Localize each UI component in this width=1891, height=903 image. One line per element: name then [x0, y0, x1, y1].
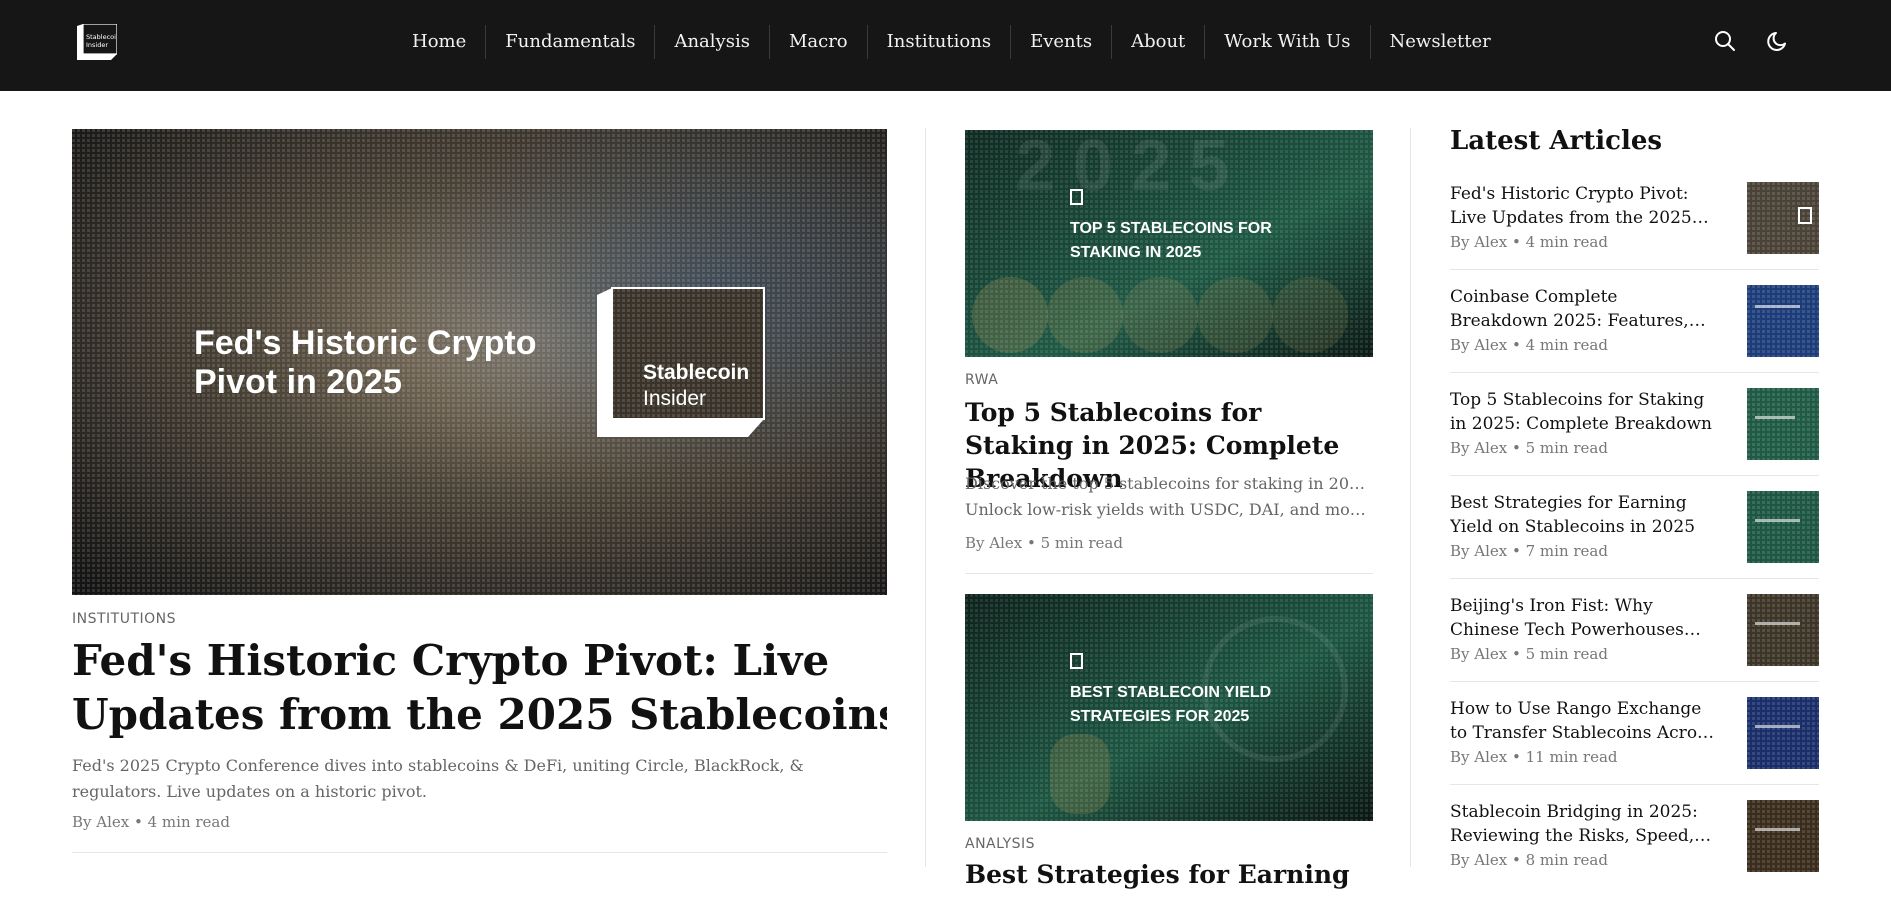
svg-text:BEST STABLECOIN YIELD: BEST STABLECOIN YIELD: [1070, 684, 1271, 701]
sidebar-article[interactable]: Fed's Historic Crypto Pivot: Live Updates…: [1450, 182, 1819, 285]
divider: [1450, 475, 1819, 476]
sidebar-article-thumbnail[interactable]: [1747, 800, 1819, 872]
article-category[interactable]: ANALYSIS: [965, 836, 1035, 852]
sidebar-article-thumbnail[interactable]: [1747, 491, 1819, 563]
sidebar-article[interactable]: Beijing's Iron Fist: Why Chinese Tech Pow…: [1450, 594, 1819, 697]
sidebar-article-meta: By Alex • 11 min read: [1450, 748, 1618, 766]
svg-text:Insider: Insider: [86, 41, 108, 49]
sidebar-article-meta: By Alex • 7 min read: [1450, 542, 1608, 560]
sidebar-article-meta: By Alex • 4 min read: [1450, 233, 1608, 251]
hero-meta: By Alex • 4 min read: [72, 813, 230, 831]
article-image-yield[interactable]: BEST STABLECOIN YIELD STRATEGIES FOR 202…: [965, 594, 1373, 821]
hero-excerpt: Fed's 2025 Crypto Conference dives into …: [72, 756, 804, 801]
article-title[interactable]: Best Strategies for Earning: [965, 858, 1373, 891]
nav-events[interactable]: Events: [1010, 25, 1111, 59]
article-excerpt: Discover the top 5 stablecoins for staki…: [965, 474, 1373, 519]
sidebar-article-meta: By Alex • 8 min read: [1450, 851, 1608, 869]
sidebar-article-thumbnail[interactable]: [1747, 594, 1819, 666]
divider: [1450, 784, 1819, 785]
sidebar-article[interactable]: How to Use Rango Exchange to Transfer Sta…: [1450, 697, 1819, 800]
article-meta: By Alex • 5 min read: [965, 534, 1123, 552]
sidebar-article-meta: By Alex • 4 min read: [1450, 336, 1608, 354]
sidebar-article-thumbnail[interactable]: [1747, 388, 1819, 460]
sidebar-article-thumbnail[interactable]: [1747, 182, 1819, 254]
moon-icon[interactable]: [1765, 28, 1791, 54]
main-nav: Home Fundamentals Analysis Macro Institu…: [393, 0, 1510, 84]
sidebar-article-title[interactable]: Best Strategies for Earning Yield on Stab…: [1450, 491, 1730, 539]
hero-image[interactable]: Fed's Historic Crypto Pivot in 2025 Stab…: [72, 129, 887, 595]
nav-about[interactable]: About: [1111, 25, 1204, 59]
svg-text:Stablecoin: Stablecoin: [86, 33, 117, 41]
svg-text:Fed's Historic Crypto: Fed's Historic Crypto: [194, 324, 536, 362]
sidebar-article-thumbnail[interactable]: [1747, 285, 1819, 357]
svg-text:STAKING IN 2025: STAKING IN 2025: [1070, 244, 1201, 261]
svg-text:STRATEGIES FOR 2025: STRATEGIES FOR 2025: [1070, 708, 1249, 725]
sidebar-article-title[interactable]: Beijing's Iron Fist: Why Chinese Tech Pow…: [1450, 594, 1730, 642]
sidebar-heading: Latest Articles: [1450, 126, 1663, 156]
sidebar-article-meta: By Alex • 5 min read: [1450, 645, 1608, 663]
column-divider: [925, 128, 926, 867]
stablecoin-insider-logo-mark: Stablecoin Insider: [597, 287, 765, 437]
sidebar-article-title[interactable]: Stablecoin Bridging in 2025: Reviewing th…: [1450, 800, 1730, 848]
svg-text:Pivot in 2025: Pivot in 2025: [194, 363, 402, 401]
svg-text:TOP 5 STABLECOINS FOR: TOP 5 STABLECOINS FOR: [1070, 220, 1272, 237]
nav-macro[interactable]: Macro: [768, 25, 867, 59]
article-category[interactable]: RWA: [965, 372, 998, 388]
site-logo[interactable]: Stablecoin Insider: [75, 24, 117, 60]
divider: [1450, 372, 1819, 373]
nav-institutions[interactable]: Institutions: [866, 25, 1010, 59]
article-image-staking[interactable]: 2025 TOP 5 STABLECOINS FOR STAKING IN 20…: [965, 130, 1373, 357]
sidebar-article-thumbnail[interactable]: [1747, 697, 1819, 769]
svg-text:Insider: Insider: [643, 387, 706, 410]
column-divider: [1410, 128, 1411, 867]
divider: [965, 573, 1373, 574]
divider: [1450, 578, 1819, 579]
divider: [1450, 681, 1819, 682]
sidebar-article-title[interactable]: Top 5 Stablecoins for Staking in 2025: Co…: [1450, 388, 1730, 436]
search-icon[interactable]: [1712, 28, 1738, 54]
sidebar-article[interactable]: Stablecoin Bridging in 2025: Reviewing th…: [1450, 800, 1819, 903]
hero-title[interactable]: Fed's Historic Crypto Pivot: Live Update…: [72, 634, 887, 742]
sidebar-article-meta: By Alex • 5 min read: [1450, 439, 1608, 457]
nav-fundamentals[interactable]: Fundamentals: [485, 25, 654, 59]
divider: [1450, 269, 1819, 270]
sidebar-article[interactable]: Best Strategies for Earning Yield on Stab…: [1450, 491, 1819, 594]
nav-work-with-us[interactable]: Work With Us: [1204, 25, 1369, 59]
sidebar-article-title[interactable]: Coinbase Complete Breakdown 2025: Feature…: [1450, 285, 1730, 333]
site-header: Stablecoin Insider Home Fundamentals Ana…: [0, 0, 1891, 91]
sidebar-article-title[interactable]: How to Use Rango Exchange to Transfer Sta…: [1450, 697, 1730, 745]
svg-text:Stablecoin: Stablecoin: [643, 361, 749, 384]
sidebar-article[interactable]: Top 5 Stablecoins for Staking in 2025: Co…: [1450, 388, 1819, 491]
sidebar-article-title[interactable]: Fed's Historic Crypto Pivot: Live Updates…: [1450, 182, 1730, 230]
sidebar-article[interactable]: Coinbase Complete Breakdown 2025: Feature…: [1450, 285, 1819, 388]
divider: [72, 852, 887, 853]
nav-analysis[interactable]: Analysis: [654, 25, 768, 59]
nav-home[interactable]: Home: [393, 25, 485, 59]
nav-newsletter[interactable]: Newsletter: [1369, 25, 1510, 59]
hero-category[interactable]: INSTITUTIONS: [72, 611, 176, 627]
